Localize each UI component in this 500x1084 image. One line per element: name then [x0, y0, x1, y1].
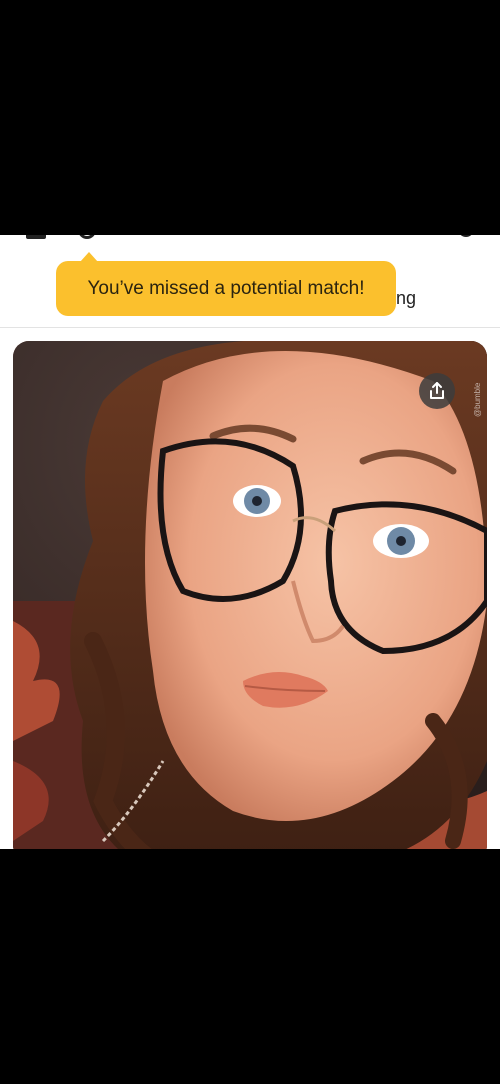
phone-screen: bumble ng You’ve missed a potential matc… — [0, 0, 500, 1084]
share-icon — [430, 382, 444, 399]
tooltip-message: You’ve missed a potential match! — [87, 278, 365, 299]
share-button[interactable] — [419, 373, 455, 409]
menu-icon[interactable] — [26, 235, 46, 239]
tooltip-arrow — [80, 252, 98, 262]
profile-photo — [13, 341, 487, 849]
settings-icon[interactable] — [458, 235, 474, 237]
tab-label: ng — [396, 288, 417, 308]
missed-match-tooltip[interactable]: You’ve missed a potential match! — [56, 252, 396, 316]
tab-divider — [0, 327, 500, 328]
app-logo: bumble — [190, 235, 310, 239]
filter-icon[interactable] — [78, 235, 96, 239]
app-view: bumble ng You’ve missed a potential matc… — [0, 235, 500, 849]
photo-watermark: @bumble — [473, 382, 482, 417]
profile-photo-card[interactable]: @bumble — [13, 341, 487, 849]
